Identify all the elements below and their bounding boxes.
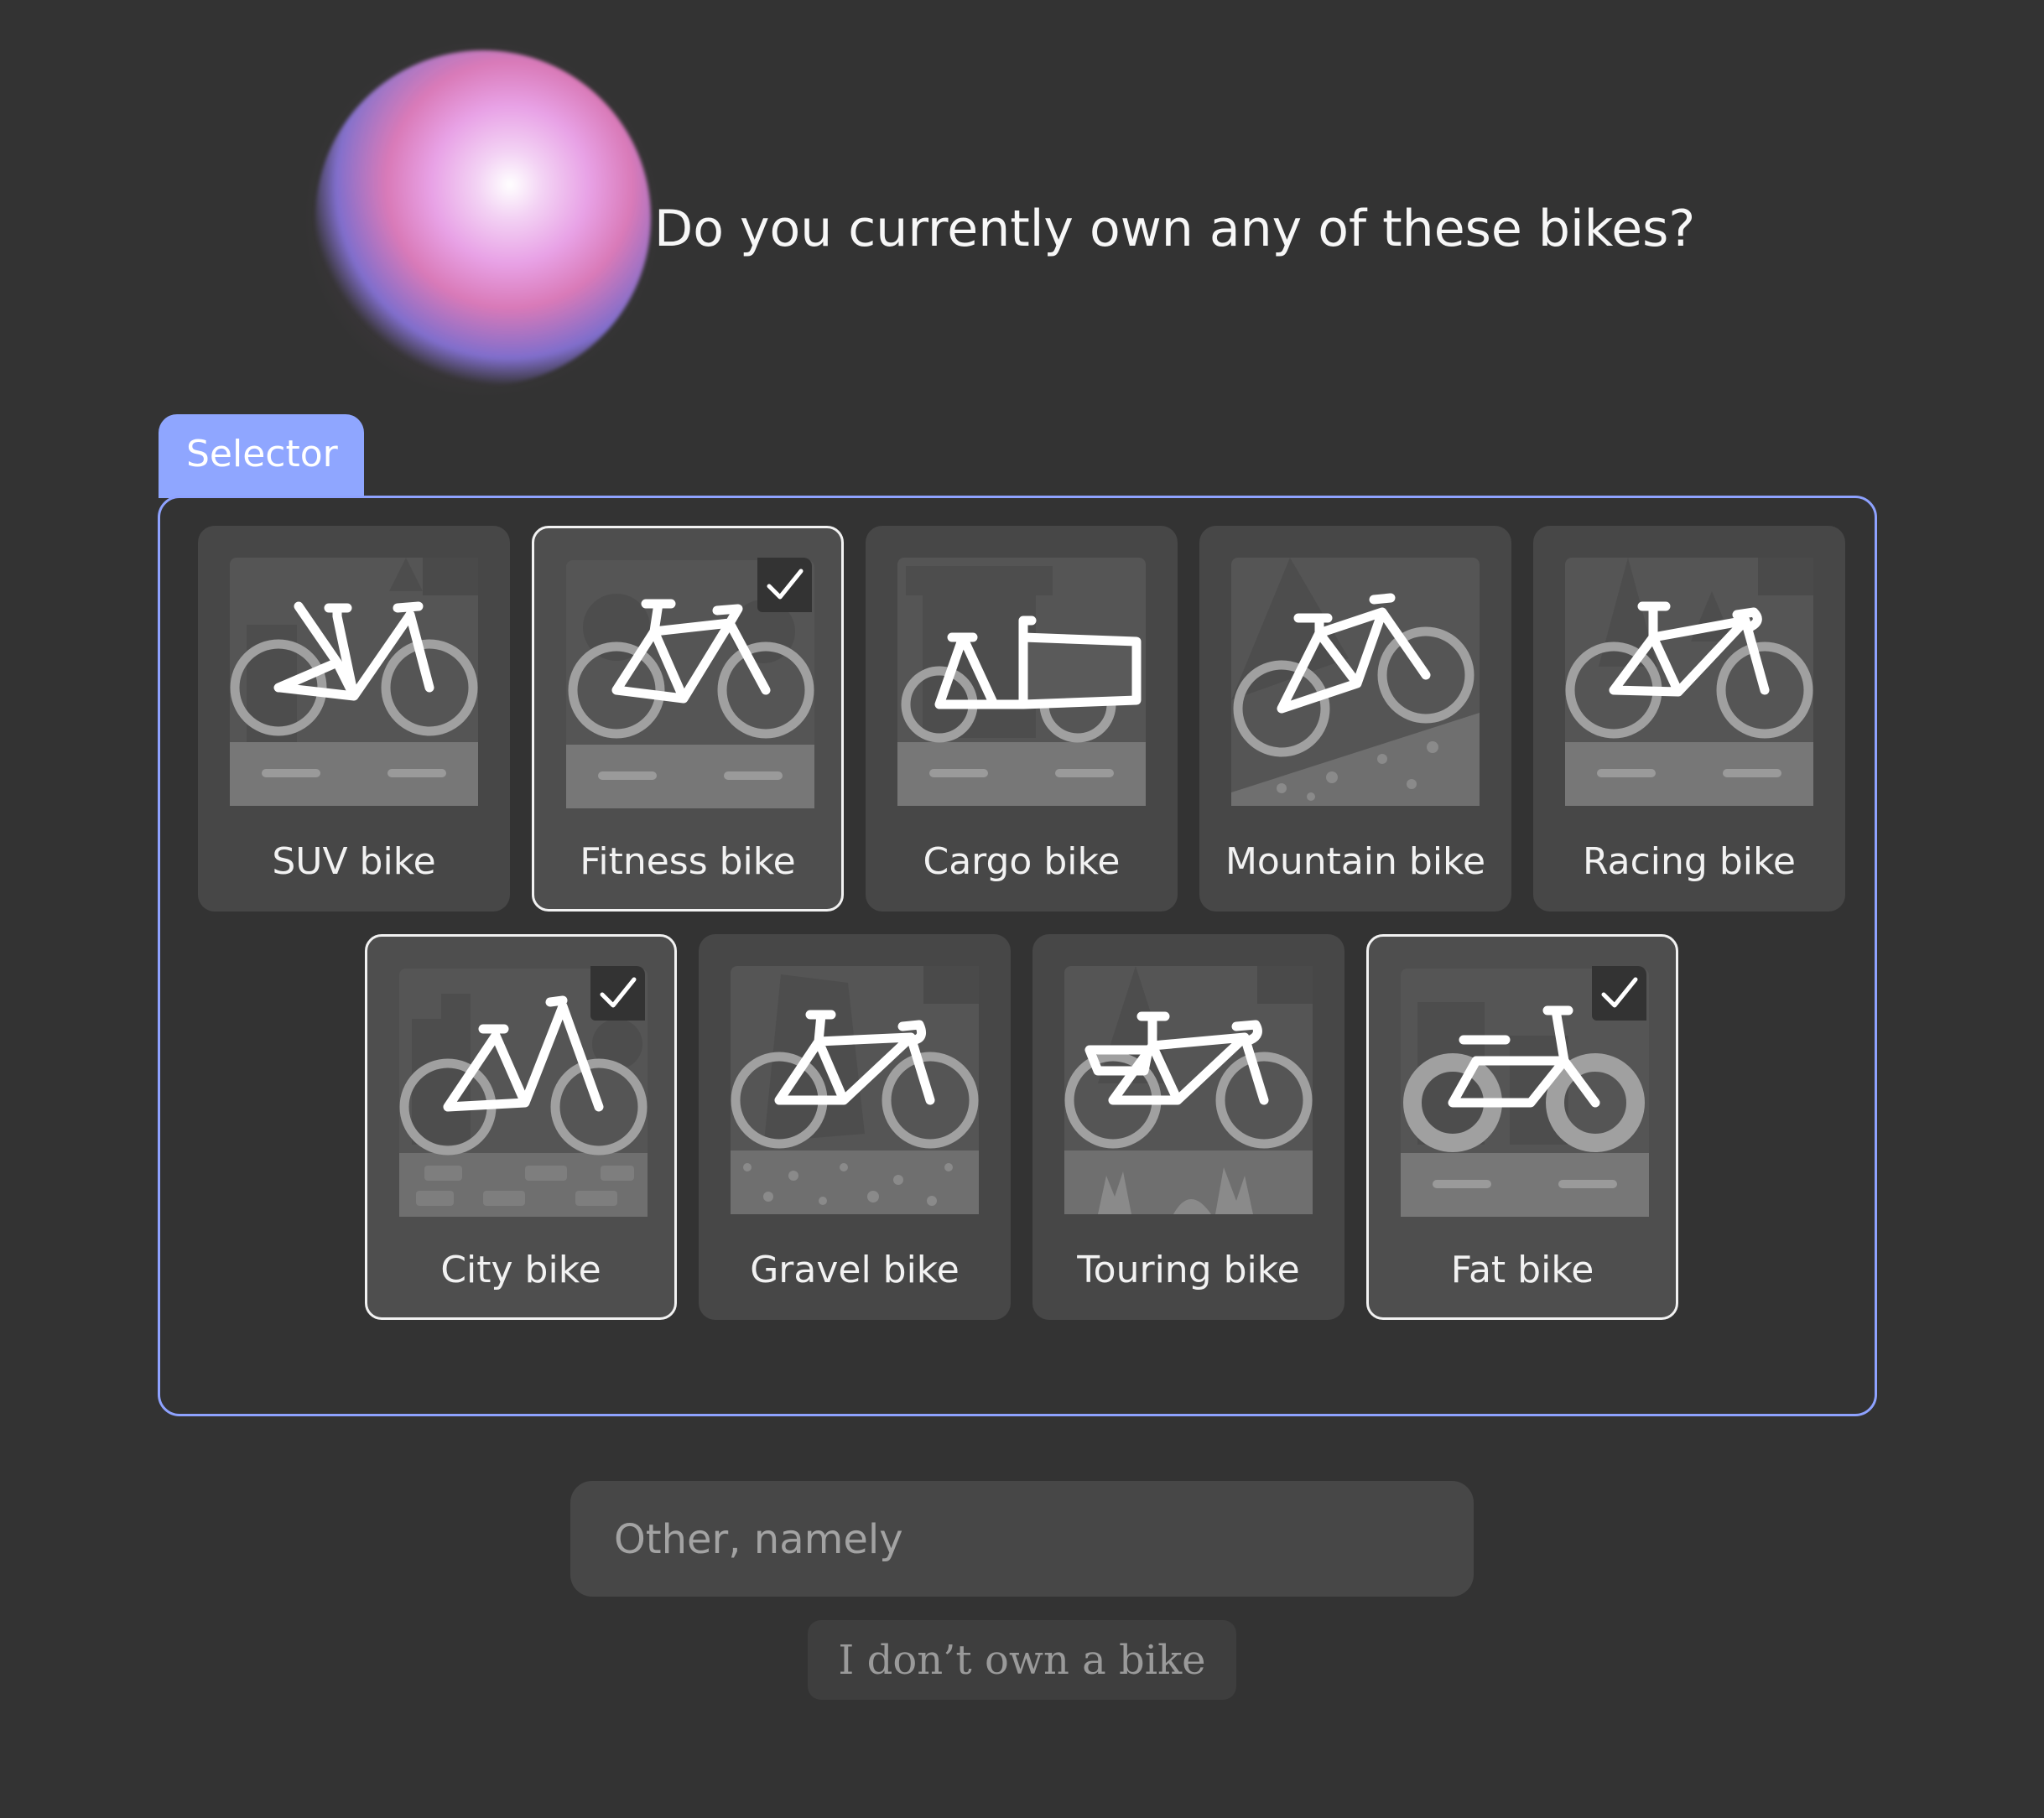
selector-tab: Selector: [159, 414, 364, 498]
no-bike-button[interactable]: I don’t own a bike: [808, 1620, 1236, 1700]
checkmark-icon: [757, 558, 812, 612]
option-cargo-bike[interactable]: Cargo bike: [866, 526, 1178, 912]
option-mountain-bike[interactable]: Mountain bike: [1199, 526, 1511, 912]
option-suv-bike[interactable]: SUV bike: [198, 526, 510, 912]
option-label: Mountain bike: [1225, 840, 1486, 883]
option-label: Fat bike: [1450, 1249, 1594, 1291]
option-racing-bike[interactable]: Racing bike: [1533, 526, 1845, 912]
checkmark-icon: [1592, 966, 1646, 1021]
option-label: Cargo bike: [923, 840, 1121, 883]
option-label: Gravel bike: [750, 1249, 960, 1291]
option-fitness-bike[interactable]: Fitness bike: [532, 526, 844, 912]
option-label: SUV bike: [272, 840, 436, 883]
other-field[interactable]: [570, 1481, 1474, 1598]
selector-tab-label: Selector: [186, 433, 338, 475]
touring-bike-icon: [1064, 966, 1313, 1214]
cargo-bike-icon: [897, 558, 1146, 806]
option-label: Touring bike: [1077, 1249, 1300, 1291]
checkmark-icon: [590, 966, 645, 1021]
suv-bike-icon: [230, 558, 478, 806]
assistant-orb-icon: [315, 50, 651, 386]
gravel-bike-icon: [731, 966, 979, 1214]
option-city-bike[interactable]: City bike: [365, 934, 677, 1320]
option-fat-bike[interactable]: Fat bike: [1366, 934, 1678, 1320]
option-label: Racing bike: [1583, 840, 1796, 883]
option-label: City bike: [440, 1249, 601, 1291]
mountain-bike-icon: [1231, 558, 1480, 806]
option-gravel-bike[interactable]: Gravel bike: [699, 934, 1011, 1320]
other-input[interactable]: [612, 1481, 1438, 1598]
option-touring-bike[interactable]: Touring bike: [1032, 934, 1344, 1320]
racing-bike-icon: [1565, 558, 1813, 806]
question-text: Do you currently own any of these bikes?: [654, 200, 1696, 258]
option-label: Fitness bike: [580, 840, 796, 883]
